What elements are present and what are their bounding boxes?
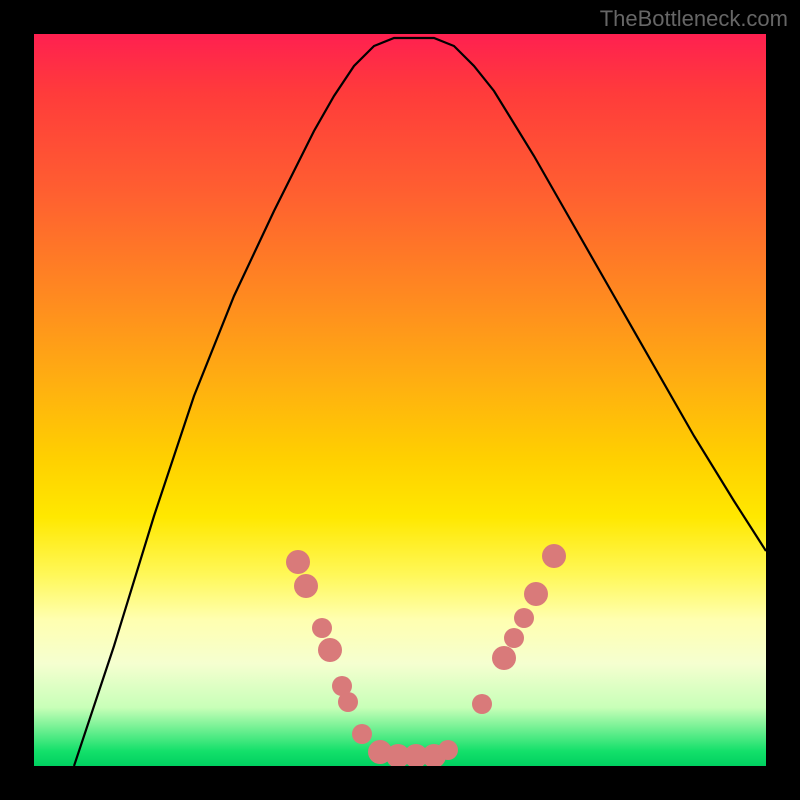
chart-marker [312, 618, 332, 638]
chart-marker [524, 582, 548, 606]
chart-marker [318, 638, 342, 662]
chart-curve [34, 34, 766, 766]
chart-marker [514, 608, 534, 628]
chart-marker [542, 544, 566, 568]
chart-plot-area [34, 34, 766, 766]
chart-marker [438, 740, 458, 760]
watermark-text: TheBottleneck.com [600, 6, 788, 32]
chart-marker [504, 628, 524, 648]
chart-marker [492, 646, 516, 670]
chart-marker [338, 692, 358, 712]
chart-marker [286, 550, 310, 574]
chart-marker [352, 724, 372, 744]
chart-marker [294, 574, 318, 598]
chart-marker [472, 694, 492, 714]
